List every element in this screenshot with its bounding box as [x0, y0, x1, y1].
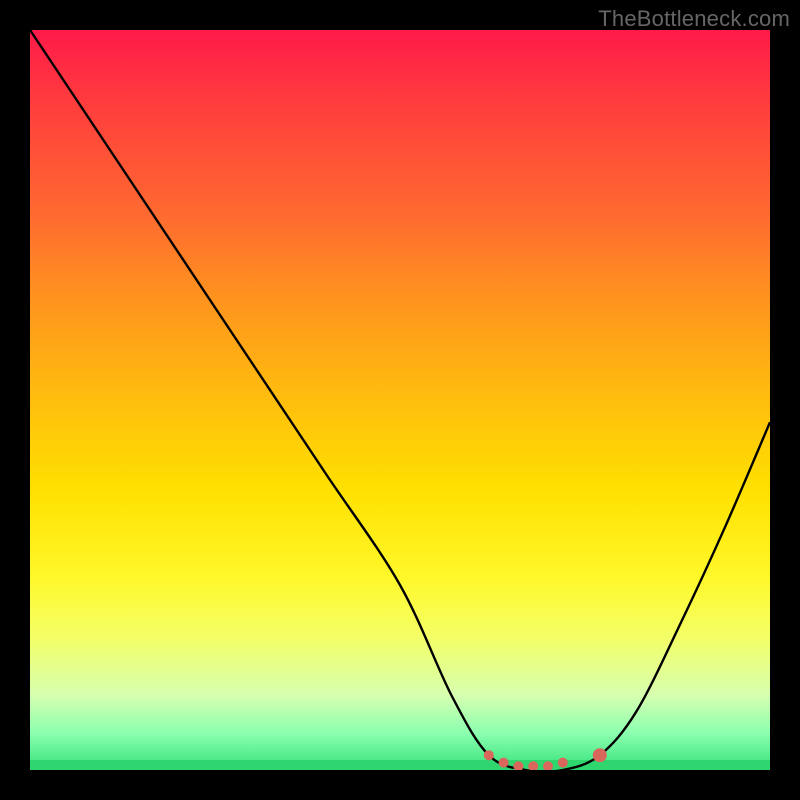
bottleneck-curve-path	[30, 30, 770, 770]
optimal-markers	[484, 748, 607, 770]
watermark-text: TheBottleneck.com	[598, 6, 790, 32]
optimal-marker	[558, 758, 568, 768]
optimal-marker	[484, 750, 494, 760]
bottleneck-curve	[30, 30, 770, 770]
plot-area	[30, 30, 770, 770]
optimal-marker	[593, 748, 607, 762]
optimal-marker	[528, 761, 538, 770]
optimal-marker	[513, 761, 523, 770]
optimal-marker	[543, 761, 553, 770]
optimal-marker	[499, 758, 509, 768]
chart-frame: TheBottleneck.com	[0, 0, 800, 800]
